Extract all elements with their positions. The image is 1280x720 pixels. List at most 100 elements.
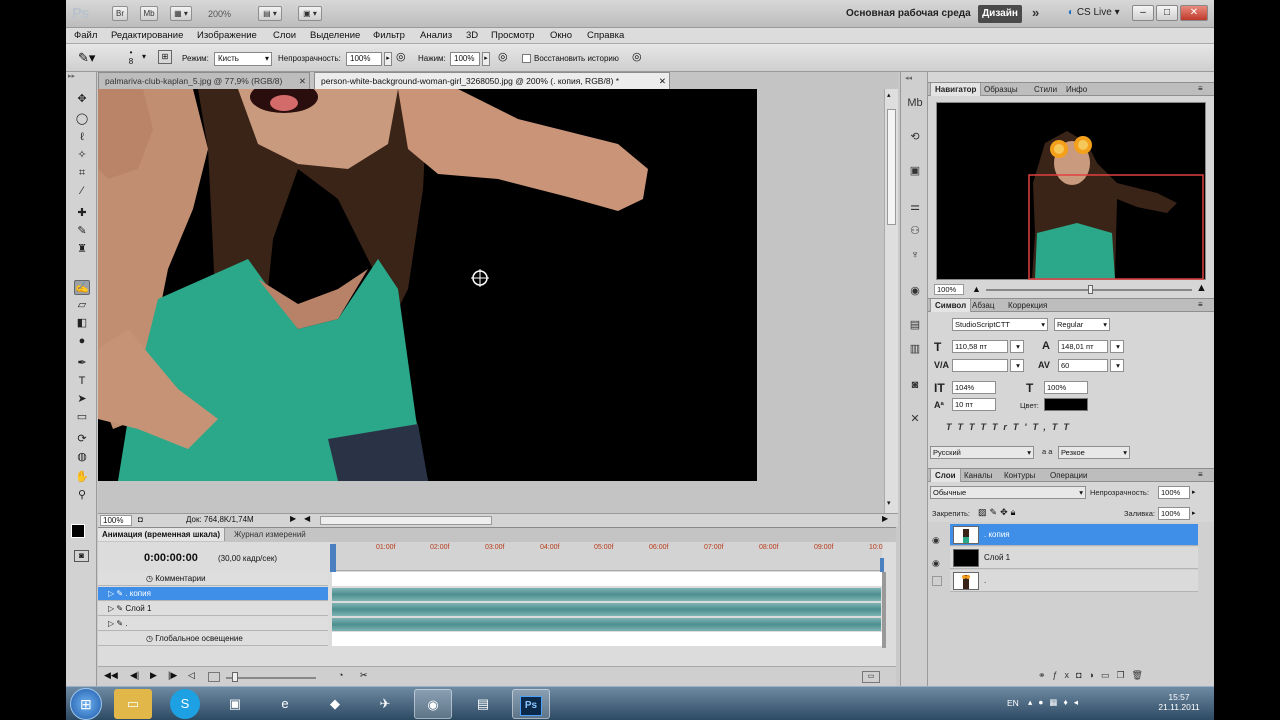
mini-bridge-icon[interactable]: Mb <box>907 96 923 110</box>
tab-measurement-log[interactable]: Журнал измерений <box>230 528 310 541</box>
tray-app-icon[interactable]: ● <box>1038 697 1049 707</box>
font-style-select[interactable]: Regular ▾ <box>1054 318 1110 331</box>
3d-rotate-tool-icon[interactable]: ⟳ <box>74 432 90 447</box>
language-select[interactable]: Русский ▾ <box>930 446 1034 459</box>
tab-paragraph[interactable]: Абзац <box>968 299 998 312</box>
dodge-tool-icon[interactable]: ● <box>74 334 90 349</box>
tray-icons[interactable]: ▴●▦♦◂ <box>1028 697 1084 708</box>
arrange-button[interactable]: ▤ ▾ <box>258 6 282 21</box>
lasso-tool-icon[interactable]: ℓ <box>74 130 90 145</box>
workspace-design-button[interactable]: Дизайн <box>978 5 1022 23</box>
close-button[interactable]: ✕ <box>1180 5 1208 21</box>
more-workspaces-button[interactable]: » <box>1032 5 1039 20</box>
clock[interactable]: 15:57 21.11.2011 <box>1154 692 1204 712</box>
navigator-zoom-out-icon[interactable]: ▲ <box>972 284 981 294</box>
3d-icon[interactable]: ◉ <box>907 284 923 298</box>
layer-duration-bar[interactable] <box>332 588 881 601</box>
pen-tool-icon[interactable]: ✒ <box>74 356 90 371</box>
timeline-row-global-lighting[interactable]: ◷ Глобальное освещение <box>98 632 328 646</box>
flow-input[interactable]: 100% <box>450 52 480 66</box>
navigator-zoom-thumb[interactable] <box>1088 285 1093 294</box>
shape-tool-icon[interactable]: ▭ <box>74 410 90 425</box>
underline-icon[interactable]: T <box>1052 422 1064 432</box>
panel-menu-icon[interactable]: ≡ <box>1198 300 1203 309</box>
mini-bridge-button[interactable]: Mb <box>140 6 158 21</box>
gradient-tool-icon[interactable]: ◧ <box>74 316 90 331</box>
computer-taskbar-icon[interactable]: ▣ <box>216 689 254 719</box>
tab-character[interactable]: Символ <box>930 299 972 312</box>
timeline-row-layer-1[interactable]: ▷ ✎ Слой 1 <box>98 602 328 616</box>
quick-mask-icon[interactable]: ◙ <box>74 550 89 562</box>
pressure-opacity-icon[interactable]: ◎ <box>396 50 406 63</box>
tab-actions[interactable]: Операции <box>1046 469 1091 482</box>
healing-brush-tool-icon[interactable]: ✚ <box>74 206 90 221</box>
menu-image[interactable]: Изображение <box>197 30 257 41</box>
tab-channels[interactable]: Каналы <box>960 469 996 482</box>
adjustments-icon[interactable]: ⚌ <box>907 200 923 214</box>
zoom-tool-icon[interactable]: ⚲ <box>74 488 90 503</box>
text-style-buttons[interactable]: TTTTTrT'T,TT <box>946 422 1075 432</box>
tab-navigator[interactable]: Навигатор <box>930 83 982 96</box>
lock-all-icon[interactable]: 🔒︎ <box>1011 507 1019 517</box>
all-caps-icon[interactable]: TT <box>969 422 992 432</box>
strikethrough-icon[interactable]: T <box>1063 422 1075 432</box>
cs-live-button[interactable]: ◐ CS Live ▾ <box>1068 7 1120 18</box>
clone-source-icon[interactable]: ♆ <box>907 248 923 262</box>
tab-swatches[interactable]: Образцы <box>980 83 1022 96</box>
menu-view[interactable]: Просмотр <box>491 30 534 41</box>
lock-pixels-icon[interactable]: ✎ <box>990 507 1001 517</box>
paragraph-styles-icon[interactable]: ▤ <box>907 318 923 332</box>
tray-volume-icon[interactable]: ◂ <box>1074 697 1084 707</box>
lock-buttons[interactable]: ▨✎✥🔒︎ <box>978 507 1018 518</box>
camera-icon[interactable]: ◙ <box>907 378 923 392</box>
collapse-icon[interactable]: ▸▸ <box>68 72 75 80</box>
menu-analysis[interactable]: Анализ <box>420 30 452 41</box>
move-tool-icon[interactable]: ✥ <box>74 92 90 107</box>
tab-info[interactable]: Инфо <box>1062 83 1091 96</box>
delete-keyframes-icon[interactable]: ✂ <box>360 670 368 681</box>
panel-menu-icon[interactable]: ≡ <box>1198 470 1203 479</box>
minimize-button[interactable]: – <box>1132 5 1154 21</box>
menu-help[interactable]: Справка <box>587 30 624 41</box>
zoom-level[interactable]: 200% <box>208 9 231 19</box>
document-size[interactable]: Док: 764,8K/1,74M <box>186 515 254 524</box>
airbrush-icon[interactable]: ◎ <box>498 50 508 63</box>
zoom-field[interactable]: 100% <box>100 515 132 526</box>
language-indicator[interactable]: EN <box>1007 698 1019 708</box>
path-selection-tool-icon[interactable]: ➤ <box>74 392 90 407</box>
brush-picker-arrow-icon[interactable]: ▾ <box>142 52 146 61</box>
lock-position-icon[interactable]: ✥ <box>1000 507 1011 517</box>
timeline-row-comments[interactable]: ◷ Комментарии <box>98 572 328 586</box>
type-tool-icon[interactable]: T <box>74 374 90 389</box>
navigator-zoom-field[interactable]: 100% <box>934 284 964 295</box>
tab-animation[interactable]: Анимация (временная шкала) <box>98 528 226 541</box>
navigator-preview[interactable] <box>936 102 1206 280</box>
flow-slider-arrow-icon[interactable]: ▸ <box>482 52 490 66</box>
menu-filter[interactable]: Фильтр <box>373 30 405 41</box>
tool-taskbar-icon[interactable]: ✈ <box>366 689 404 719</box>
horizontal-scale-field[interactable]: 100% <box>1044 381 1088 394</box>
layer-copy[interactable]: ◉ . копия <box>932 524 1198 546</box>
menu-3d[interactable]: 3D <box>466 30 478 41</box>
tracking-field[interactable]: 60 <box>1058 359 1108 372</box>
previous-frame-icon[interactable]: ◀| <box>130 670 139 681</box>
current-time-indicator[interactable] <box>330 544 336 572</box>
adjustment-layer-icon[interactable]: ◑ <box>1089 670 1101 680</box>
kerning-field[interactable] <box>952 359 1008 372</box>
ie-taskbar-icon[interactable]: e <box>266 689 304 719</box>
lighting-track[interactable] <box>332 632 882 646</box>
track-scrollbar[interactable] <box>882 572 886 648</box>
play-icon[interactable]: ▶ <box>150 670 157 681</box>
timeline-row-layer-dot[interactable]: ▷ ✎ . <box>98 617 328 631</box>
lock-transparency-icon[interactable]: ▨ <box>978 507 990 517</box>
fill-field[interactable]: 100% <box>1158 507 1190 520</box>
faux-bold-icon[interactable]: T <box>946 422 958 432</box>
new-layer-icon[interactable]: ❐ <box>1116 670 1131 680</box>
restore-history-checkbox[interactable] <box>522 54 531 63</box>
add-mask-icon[interactable]: ◘ <box>1076 670 1088 680</box>
zoom-slider-thumb[interactable] <box>232 672 238 682</box>
scrollbar-thumb[interactable] <box>887 109 896 225</box>
layer-1[interactable]: ◉ Слой 1 <box>932 547 1198 569</box>
skype-taskbar-icon[interactable]: S <box>170 689 200 719</box>
document-canvas[interactable] <box>98 89 757 481</box>
